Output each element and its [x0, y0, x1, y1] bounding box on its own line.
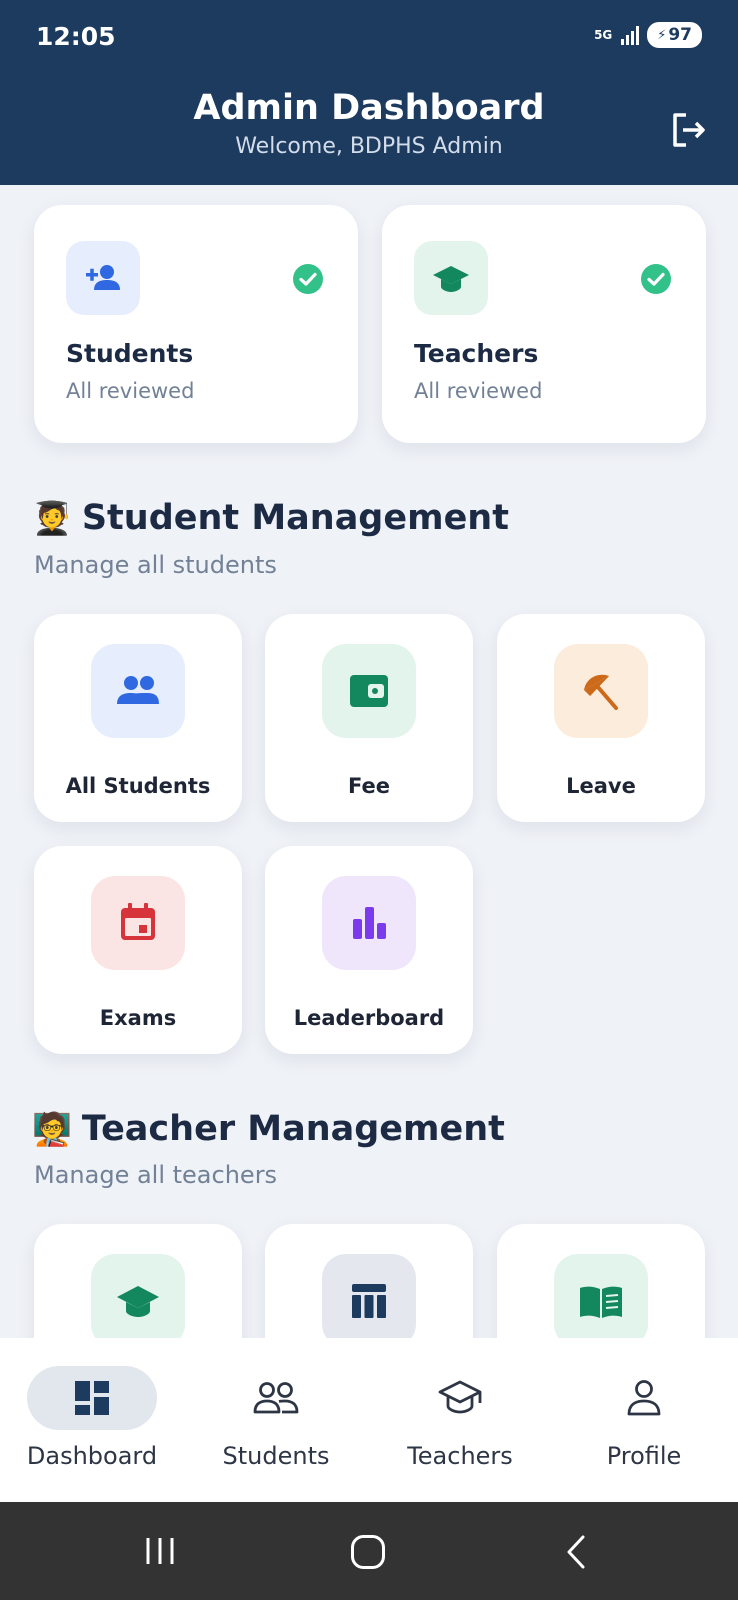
nav-icon-wrap [579, 1366, 709, 1430]
nav-active-indicator [27, 1366, 157, 1430]
graduation-cap-icon [117, 1286, 159, 1317]
tile-exams[interactable]: Exams [34, 846, 242, 1054]
logout-icon [673, 113, 705, 147]
nav-profile[interactable]: Profile [552, 1338, 736, 1502]
person-add-icon [86, 265, 120, 290]
nav-label: Profile [606, 1442, 682, 1470]
tile-label: Leaderboard [293, 1006, 445, 1030]
tile-label: Fee [348, 774, 390, 798]
recent-apps-icon[interactable] [143, 1534, 177, 1568]
nav-teachers[interactable]: Teachers [368, 1338, 552, 1502]
tile-label: All Students [65, 774, 211, 798]
section-title: Teacher Management [81, 1109, 505, 1149]
student-management-subtitle: Manage all students [34, 551, 277, 579]
summary-status: All reviewed [66, 379, 195, 403]
wallet-icon [350, 675, 388, 707]
summary-icon-box [66, 241, 140, 315]
system-nav-bar [0, 1502, 738, 1600]
logout-button[interactable] [666, 108, 710, 152]
tile-icon-box [91, 1254, 185, 1348]
status-icons: 5G ⚡ 97 [593, 22, 702, 48]
tile-all-students[interactable]: All Students [34, 614, 242, 822]
page-title: Admin Dashboard [193, 88, 545, 128]
status-time: 12:05 [36, 22, 116, 51]
timetable-icon [352, 1284, 386, 1318]
student-emoji-icon: 🧑‍🎓 [32, 499, 72, 537]
nav-icon-wrap [395, 1366, 525, 1430]
teacher-emoji-icon: 🧑‍🏫 [32, 1110, 72, 1148]
section-title: Student Management [81, 498, 509, 538]
nav-label: Teachers [407, 1442, 513, 1470]
calendar-icon [121, 903, 155, 940]
summary-icon-box [414, 241, 488, 315]
tile-fee[interactable]: Fee [265, 614, 473, 822]
tile-icon-box [91, 644, 185, 738]
tile-label: Exams [99, 1006, 177, 1030]
bar-chart-icon [353, 907, 386, 939]
person-icon [627, 1380, 661, 1416]
back-icon[interactable] [563, 1534, 589, 1570]
nav-students[interactable]: Students [184, 1338, 368, 1502]
check-circle-icon [293, 264, 323, 294]
tile-leaderboard[interactable]: Leaderboard [265, 846, 473, 1054]
tile-leave[interactable]: Leave [497, 614, 705, 822]
bottom-nav: Dashboard Students Teachers Profile [0, 1338, 738, 1502]
welcome-subtitle: Welcome, BDPHS Admin [235, 134, 503, 159]
tile-icon-box [554, 644, 648, 738]
signal-icon [621, 25, 640, 45]
tile-label: Leave [566, 774, 636, 798]
graduation-cap-icon [438, 1380, 482, 1414]
summary-title: Teachers [414, 339, 539, 368]
nav-label: Dashboard [26, 1442, 158, 1470]
teacher-management-heading: 🧑‍🏫 Teacher Management [32, 1109, 505, 1149]
group-icon [117, 676, 159, 704]
tile-icon-box [554, 1254, 648, 1348]
student-management-heading: 🧑‍🎓 Student Management [32, 498, 509, 538]
nav-icon-wrap [211, 1366, 341, 1430]
nav-dashboard[interactable]: Dashboard [0, 1338, 184, 1502]
dashboard-icon [75, 1381, 109, 1415]
tile-icon-box [322, 876, 416, 970]
battery-level: 97 [668, 25, 692, 45]
nav-label: Students [222, 1442, 330, 1470]
students-summary-card[interactable]: Students All reviewed [34, 205, 358, 443]
people-icon [253, 1382, 299, 1414]
graduation-cap-icon [433, 266, 469, 292]
teachers-summary-card[interactable]: Teachers All reviewed [382, 205, 706, 443]
tile-icon-box [91, 876, 185, 970]
status-bar: 12:05 5G ⚡ 97 [0, 0, 738, 78]
tile-icon-box [322, 1254, 416, 1348]
home-icon[interactable] [350, 1534, 386, 1570]
summary-status: All reviewed [414, 379, 543, 403]
battery-indicator: ⚡ 97 [647, 22, 702, 48]
teacher-management-subtitle: Manage all teachers [34, 1161, 278, 1189]
app-header: Admin Dashboard Welcome, BDPHS Admin [0, 78, 738, 185]
check-circle-icon [641, 264, 671, 294]
book-icon [580, 1286, 622, 1318]
beach-umbrella-icon [584, 674, 618, 710]
network-type: 5G [594, 28, 613, 42]
tile-icon-box [322, 644, 416, 738]
summary-title: Students [66, 339, 194, 368]
